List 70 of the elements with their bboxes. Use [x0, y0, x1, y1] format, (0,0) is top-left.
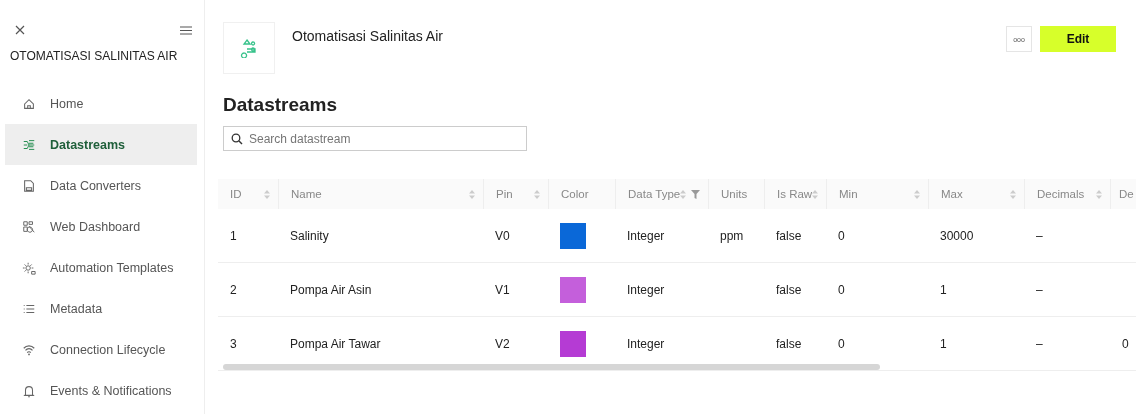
- table-cell: 0: [838, 282, 845, 297]
- column-header[interactable]: ID: [230, 188, 242, 200]
- nav-item[interactable]: Automation Templates: [5, 247, 197, 288]
- sort-icon[interactable]: [914, 189, 920, 199]
- table-cell: false: [776, 336, 802, 351]
- table-cell: –: [1036, 336, 1043, 351]
- edit-button[interactable]: Edit: [1040, 26, 1116, 52]
- table-cell: 1: [940, 282, 947, 297]
- nav-item[interactable]: Home: [5, 83, 197, 124]
- table-cell: –: [1036, 282, 1043, 297]
- table-cell: –: [1036, 228, 1043, 243]
- close-icon[interactable]: [15, 25, 25, 35]
- sort-icon[interactable]: [1096, 189, 1102, 199]
- device-logo-icon: [223, 22, 275, 74]
- nav-item[interactable]: Connection Lifecycle: [5, 329, 197, 370]
- column-header[interactable]: Name: [291, 188, 322, 200]
- column-header[interactable]: De: [1119, 188, 1134, 200]
- sort-icon[interactable]: [680, 189, 687, 199]
- table-cell: false: [776, 282, 802, 297]
- column-header[interactable]: Decimals: [1037, 188, 1085, 200]
- table-cell: ppm: [720, 228, 744, 243]
- project-title: OTOMATISASI SALINITAS AIR: [10, 49, 179, 63]
- page-title: Datastreams: [223, 94, 339, 116]
- table-cell: 0: [838, 336, 845, 351]
- nav-item[interactable]: Web Dashboard: [5, 206, 197, 247]
- table-cell: 0: [838, 228, 845, 243]
- column-header[interactable]: Units: [721, 188, 748, 200]
- sort-icon[interactable]: [469, 189, 475, 199]
- home-icon: [22, 96, 36, 111]
- table-cell: 2: [230, 282, 237, 297]
- sort-icon[interactable]: [264, 189, 270, 199]
- device-title: Otomatisasi Salinitas Air: [292, 28, 444, 44]
- wifi-icon: [22, 342, 36, 357]
- streams-icon: [22, 137, 36, 152]
- table-cell: Pompa Air Tawar: [290, 336, 381, 351]
- table-cell: Integer: [627, 282, 665, 297]
- column-header[interactable]: Max: [941, 188, 963, 200]
- column-header[interactable]: Data Type: [628, 188, 681, 200]
- search-icon: [231, 133, 243, 145]
- table-cell: 3: [230, 336, 237, 351]
- document-icon: [22, 178, 36, 193]
- table-cell: Integer: [627, 336, 665, 351]
- table-cell: V1: [495, 282, 510, 297]
- menu-icon[interactable]: [180, 25, 192, 35]
- search-field[interactable]: Search datastream: [223, 126, 527, 151]
- sort-icon[interactable]: [534, 189, 540, 199]
- filter-icon[interactable]: [691, 189, 701, 199]
- table-cell: false: [776, 228, 802, 243]
- table-cell: Integer: [627, 228, 665, 243]
- sort-icon[interactable]: [1010, 189, 1016, 199]
- nav-item[interactable]: Data Converters: [5, 165, 197, 206]
- table-cell: 1: [940, 336, 947, 351]
- table-cell: 30000: [940, 228, 974, 243]
- column-header[interactable]: Min: [839, 188, 858, 200]
- table-cell: Pompa Air Asin: [290, 282, 372, 297]
- column-header[interactable]: Is Raw: [777, 188, 813, 200]
- table-cell: Salinity: [290, 228, 329, 243]
- sun-icon: [22, 260, 36, 275]
- table-cell: V0: [495, 228, 510, 243]
- column-header[interactable]: Color: [561, 188, 589, 200]
- nav-item[interactable]: Datastreams: [5, 124, 197, 165]
- dashboard-icon: [22, 219, 36, 234]
- table-cell: V2: [495, 336, 510, 351]
- table-cell: 1: [230, 228, 237, 243]
- table-cell: 0: [1122, 336, 1129, 351]
- bell-icon: [22, 383, 36, 398]
- nav-item[interactable]: Metadata: [5, 288, 197, 329]
- column-header[interactable]: Pin: [496, 188, 513, 200]
- sort-icon[interactable]: [812, 189, 819, 199]
- nav-item[interactable]: Events & Notifications: [5, 370, 197, 411]
